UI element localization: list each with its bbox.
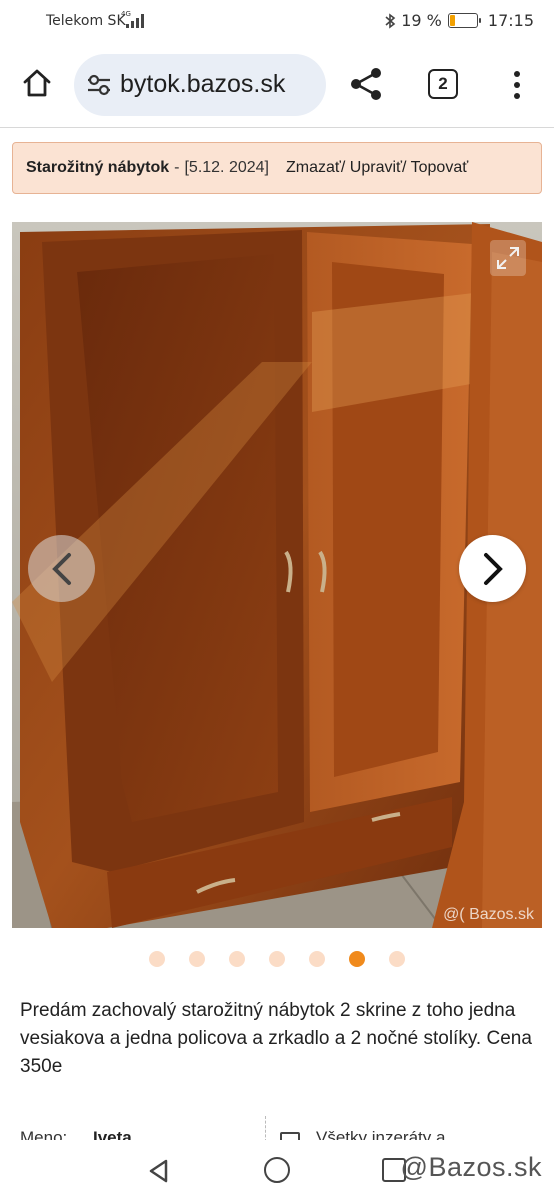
bluetooth-icon [385,12,396,29]
nav-watermark: @Bazos.sk [400,1152,542,1182]
expand-icon [497,247,519,269]
gallery-pagination [0,951,554,967]
ad-category: Starožitný nábytok [26,159,170,176]
top-link[interactable]: Topovať [411,159,469,176]
url-text: bytok.bazos.sk [120,70,286,98]
ad-separator: - [174,159,180,176]
back-icon[interactable] [146,1158,172,1184]
pagination-dot[interactable] [389,951,405,967]
ad-description: Predám zachovalý starožitný nábytok 2 sk… [20,1000,532,1077]
carrier-name: Telekom SK [46,13,126,29]
home-button[interactable] [18,64,56,102]
site-settings-icon[interactable] [86,74,112,96]
seller-name: Iveta [93,1128,132,1140]
previous-image-button[interactable] [28,535,95,602]
signal-icon [126,14,144,28]
status-bar: Telekom SK 4G 19 % 17:15 [0,0,554,42]
divider [265,1116,266,1140]
pagination-dot[interactable] [269,951,285,967]
fullscreen-button[interactable] [490,240,526,276]
home-nav-icon[interactable] [264,1157,290,1183]
system-navigation-bar: @Bazos.sk [0,1140,554,1200]
home-icon [23,69,51,97]
pagination-dot[interactable] [309,951,325,967]
share-icon[interactable] [348,66,384,102]
battery-level [449,15,456,26]
pagination-dot[interactable] [229,951,245,967]
listing-photo[interactable]: @( Bazos.sk [12,222,542,928]
shopping-bag-icon [280,1132,300,1140]
battery-percent: 19 % [401,11,442,30]
pagination-dot[interactable] [189,951,205,967]
more-menu-icon[interactable] [505,68,529,102]
delete-link[interactable]: Zmazať [286,159,341,176]
ad-actions: Zmazať/ Upraviť/ Topovať [285,159,469,176]
pagination-dot[interactable] [149,951,165,967]
ad-date: [5.12. 2024] [184,159,269,176]
battery-icon [447,13,481,28]
clock: 17:15 [487,11,534,30]
pagination-dot-active[interactable] [349,951,365,967]
all-ads-link[interactable]: Všetky inzeráty a [316,1128,445,1140]
next-image-button[interactable] [459,535,526,602]
ad-header: Starožitný nábytok - [5.12. 2024] Zmazať… [12,142,542,194]
chevron-right-icon [483,552,503,585]
photo-watermark: @( Bazos.sk [443,906,534,923]
seller-name-label: Meno: [20,1128,68,1140]
browser-toolbar: bytok.bazos.sk 2 [0,42,554,128]
edit-link[interactable]: Upraviť [350,159,402,176]
address-bar[interactable]: bytok.bazos.sk [74,54,326,116]
chevron-left-icon [51,552,71,585]
tab-switcher-button[interactable]: 2 [428,69,458,99]
seller-info: Meno: Iveta Všetky inzeráty a [0,1112,554,1140]
